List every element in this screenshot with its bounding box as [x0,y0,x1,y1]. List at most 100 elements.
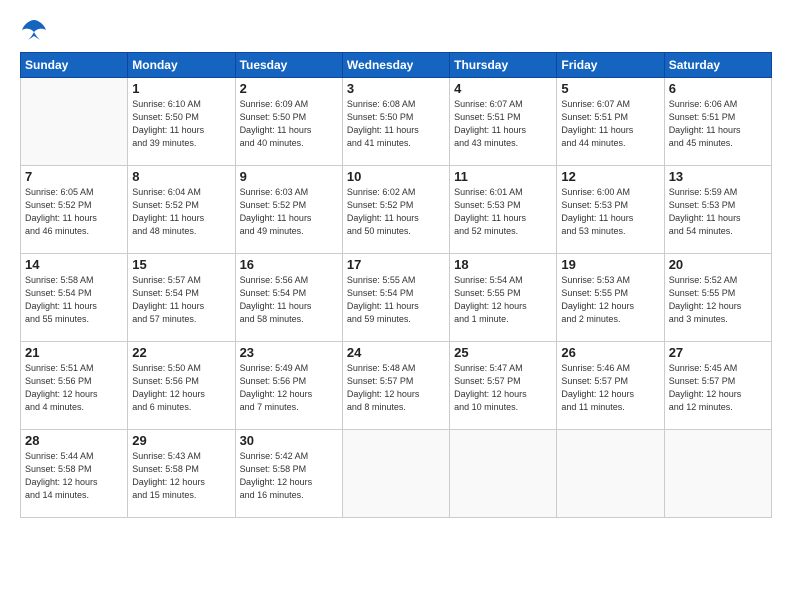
day-number: 13 [669,169,767,184]
day-info: Sunrise: 5:57 AMSunset: 5:54 PMDaylight:… [132,274,230,326]
day-info: Sunrise: 6:04 AMSunset: 5:52 PMDaylight:… [132,186,230,238]
day-info: Sunrise: 5:45 AMSunset: 5:57 PMDaylight:… [669,362,767,414]
logo [20,18,52,42]
calendar-week-row: 7 Sunrise: 6:05 AMSunset: 5:52 PMDaylight… [21,166,772,254]
day-number: 8 [132,169,230,184]
day-info: Sunrise: 6:05 AMSunset: 5:52 PMDaylight:… [25,186,123,238]
calendar-cell: 9 Sunrise: 6:03 AMSunset: 5:52 PMDaylight… [235,166,342,254]
calendar-cell: 13 Sunrise: 5:59 AMSunset: 5:53 PMDayligh… [664,166,771,254]
day-header-saturday: Saturday [664,53,771,78]
day-number: 29 [132,433,230,448]
day-info: Sunrise: 6:03 AMSunset: 5:52 PMDaylight:… [240,186,338,238]
day-info: Sunrise: 6:07 AMSunset: 5:51 PMDaylight:… [454,98,552,150]
calendar-cell [342,430,449,518]
calendar-cell: 23 Sunrise: 5:49 AMSunset: 5:56 PMDayligh… [235,342,342,430]
calendar-cell: 4 Sunrise: 6:07 AMSunset: 5:51 PMDaylight… [450,78,557,166]
day-info: Sunrise: 5:51 AMSunset: 5:56 PMDaylight:… [25,362,123,414]
day-header-tuesday: Tuesday [235,53,342,78]
calendar-cell: 22Sunrise: 5:50 AMSunset: 5:56 PMDayligh… [128,342,235,430]
calendar-cell: 2Sunrise: 6:09 AMSunset: 5:50 PMDaylight… [235,78,342,166]
day-number: 3 [347,81,445,96]
calendar-table: SundayMondayTuesdayWednesdayThursdayFrid… [20,52,772,518]
day-header-wednesday: Wednesday [342,53,449,78]
day-number: 17 [347,257,445,272]
day-number: 9 [240,169,338,184]
day-info: Sunrise: 6:08 AMSunset: 5:50 PMDaylight:… [347,98,445,150]
calendar-cell [450,430,557,518]
calendar-cell: 30 Sunrise: 5:42 AMSunset: 5:58 PMDayligh… [235,430,342,518]
day-number: 6 [669,81,767,96]
day-info: Sunrise: 6:01 AMSunset: 5:53 PMDaylight:… [454,186,552,238]
day-header-monday: Monday [128,53,235,78]
calendar-cell: 24 Sunrise: 5:48 AMSunset: 5:57 PMDayligh… [342,342,449,430]
day-info: Sunrise: 6:00 AMSunset: 5:53 PMDaylight:… [561,186,659,238]
day-info: Sunrise: 6:07 AMSunset: 5:51 PMDaylight:… [561,98,659,150]
day-header-sunday: Sunday [21,53,128,78]
page: SundayMondayTuesdayWednesdayThursdayFrid… [0,0,792,612]
day-number: 11 [454,169,552,184]
calendar-cell: 25 Sunrise: 5:47 AMSunset: 5:57 PMDayligh… [450,342,557,430]
day-info: Sunrise: 6:06 AMSunset: 5:51 PMDaylight:… [669,98,767,150]
calendar-cell: 7 Sunrise: 6:05 AMSunset: 5:52 PMDaylight… [21,166,128,254]
calendar-cell: 18 Sunrise: 5:54 AMSunset: 5:55 PMDayligh… [450,254,557,342]
header [20,18,772,42]
day-number: 10 [347,169,445,184]
day-info: Sunrise: 5:49 AMSunset: 5:56 PMDaylight:… [240,362,338,414]
calendar-week-row: 21 Sunrise: 5:51 AMSunset: 5:56 PMDayligh… [21,342,772,430]
day-number: 16 [240,257,338,272]
calendar-week-row: 1 Sunrise: 6:10 AMSunset: 5:50 PMDaylight… [21,78,772,166]
day-info: Sunrise: 5:43 AMSunset: 5:58 PMDaylight:… [132,450,230,502]
day-number: 15 [132,257,230,272]
day-number: 21 [25,345,123,360]
calendar-week-row: 28Sunrise: 5:44 AMSunset: 5:58 PMDayligh… [21,430,772,518]
day-info: Sunrise: 6:02 AMSunset: 5:52 PMDaylight:… [347,186,445,238]
day-info: Sunrise: 6:09 AMSunset: 5:50 PMDaylight:… [240,98,338,150]
day-number: 28 [25,433,123,448]
calendar-cell: 5 Sunrise: 6:07 AMSunset: 5:51 PMDaylight… [557,78,664,166]
calendar-cell: 6 Sunrise: 6:06 AMSunset: 5:51 PMDaylight… [664,78,771,166]
calendar-cell: 16Sunrise: 5:56 AMSunset: 5:54 PMDayligh… [235,254,342,342]
calendar-cell: 19 Sunrise: 5:53 AMSunset: 5:55 PMDayligh… [557,254,664,342]
calendar-week-row: 14Sunrise: 5:58 AMSunset: 5:54 PMDayligh… [21,254,772,342]
day-info: Sunrise: 5:47 AMSunset: 5:57 PMDaylight:… [454,362,552,414]
day-header-friday: Friday [557,53,664,78]
calendar-cell: 10 Sunrise: 6:02 AMSunset: 5:52 PMDayligh… [342,166,449,254]
day-number: 5 [561,81,659,96]
day-number: 18 [454,257,552,272]
day-info: Sunrise: 5:46 AMSunset: 5:57 PMDaylight:… [561,362,659,414]
day-info: Sunrise: 5:54 AMSunset: 5:55 PMDaylight:… [454,274,552,326]
calendar-header-row: SundayMondayTuesdayWednesdayThursdayFrid… [21,53,772,78]
day-number: 30 [240,433,338,448]
calendar-cell [21,78,128,166]
calendar-cell: 17 Sunrise: 5:55 AMSunset: 5:54 PMDayligh… [342,254,449,342]
calendar-cell: 14Sunrise: 5:58 AMSunset: 5:54 PMDayligh… [21,254,128,342]
calendar-cell: 12Sunrise: 6:00 AMSunset: 5:53 PMDayligh… [557,166,664,254]
calendar-cell [557,430,664,518]
calendar-cell: 21 Sunrise: 5:51 AMSunset: 5:56 PMDayligh… [21,342,128,430]
day-info: Sunrise: 5:52 AMSunset: 5:55 PMDaylight:… [669,274,767,326]
day-number: 19 [561,257,659,272]
day-header-thursday: Thursday [450,53,557,78]
day-number: 1 [132,81,230,96]
day-info: Sunrise: 6:10 AMSunset: 5:50 PMDaylight:… [132,98,230,150]
day-number: 24 [347,345,445,360]
calendar-cell: 20 Sunrise: 5:52 AMSunset: 5:55 PMDayligh… [664,254,771,342]
day-info: Sunrise: 5:48 AMSunset: 5:57 PMDaylight:… [347,362,445,414]
calendar-cell: 26Sunrise: 5:46 AMSunset: 5:57 PMDayligh… [557,342,664,430]
day-number: 4 [454,81,552,96]
calendar-cell: 29 Sunrise: 5:43 AMSunset: 5:58 PMDayligh… [128,430,235,518]
day-number: 7 [25,169,123,184]
day-info: Sunrise: 5:42 AMSunset: 5:58 PMDaylight:… [240,450,338,502]
day-number: 22 [132,345,230,360]
calendar-cell: 1 Sunrise: 6:10 AMSunset: 5:50 PMDaylight… [128,78,235,166]
day-number: 25 [454,345,552,360]
day-info: Sunrise: 5:58 AMSunset: 5:54 PMDaylight:… [25,274,123,326]
calendar-cell: 15 Sunrise: 5:57 AMSunset: 5:54 PMDayligh… [128,254,235,342]
day-number: 20 [669,257,767,272]
calendar-cell: 3 Sunrise: 6:08 AMSunset: 5:50 PMDaylight… [342,78,449,166]
day-info: Sunrise: 5:55 AMSunset: 5:54 PMDaylight:… [347,274,445,326]
calendar-cell: 27Sunrise: 5:45 AMSunset: 5:57 PMDayligh… [664,342,771,430]
day-number: 23 [240,345,338,360]
day-info: Sunrise: 5:53 AMSunset: 5:55 PMDaylight:… [561,274,659,326]
day-info: Sunrise: 5:59 AMSunset: 5:53 PMDaylight:… [669,186,767,238]
